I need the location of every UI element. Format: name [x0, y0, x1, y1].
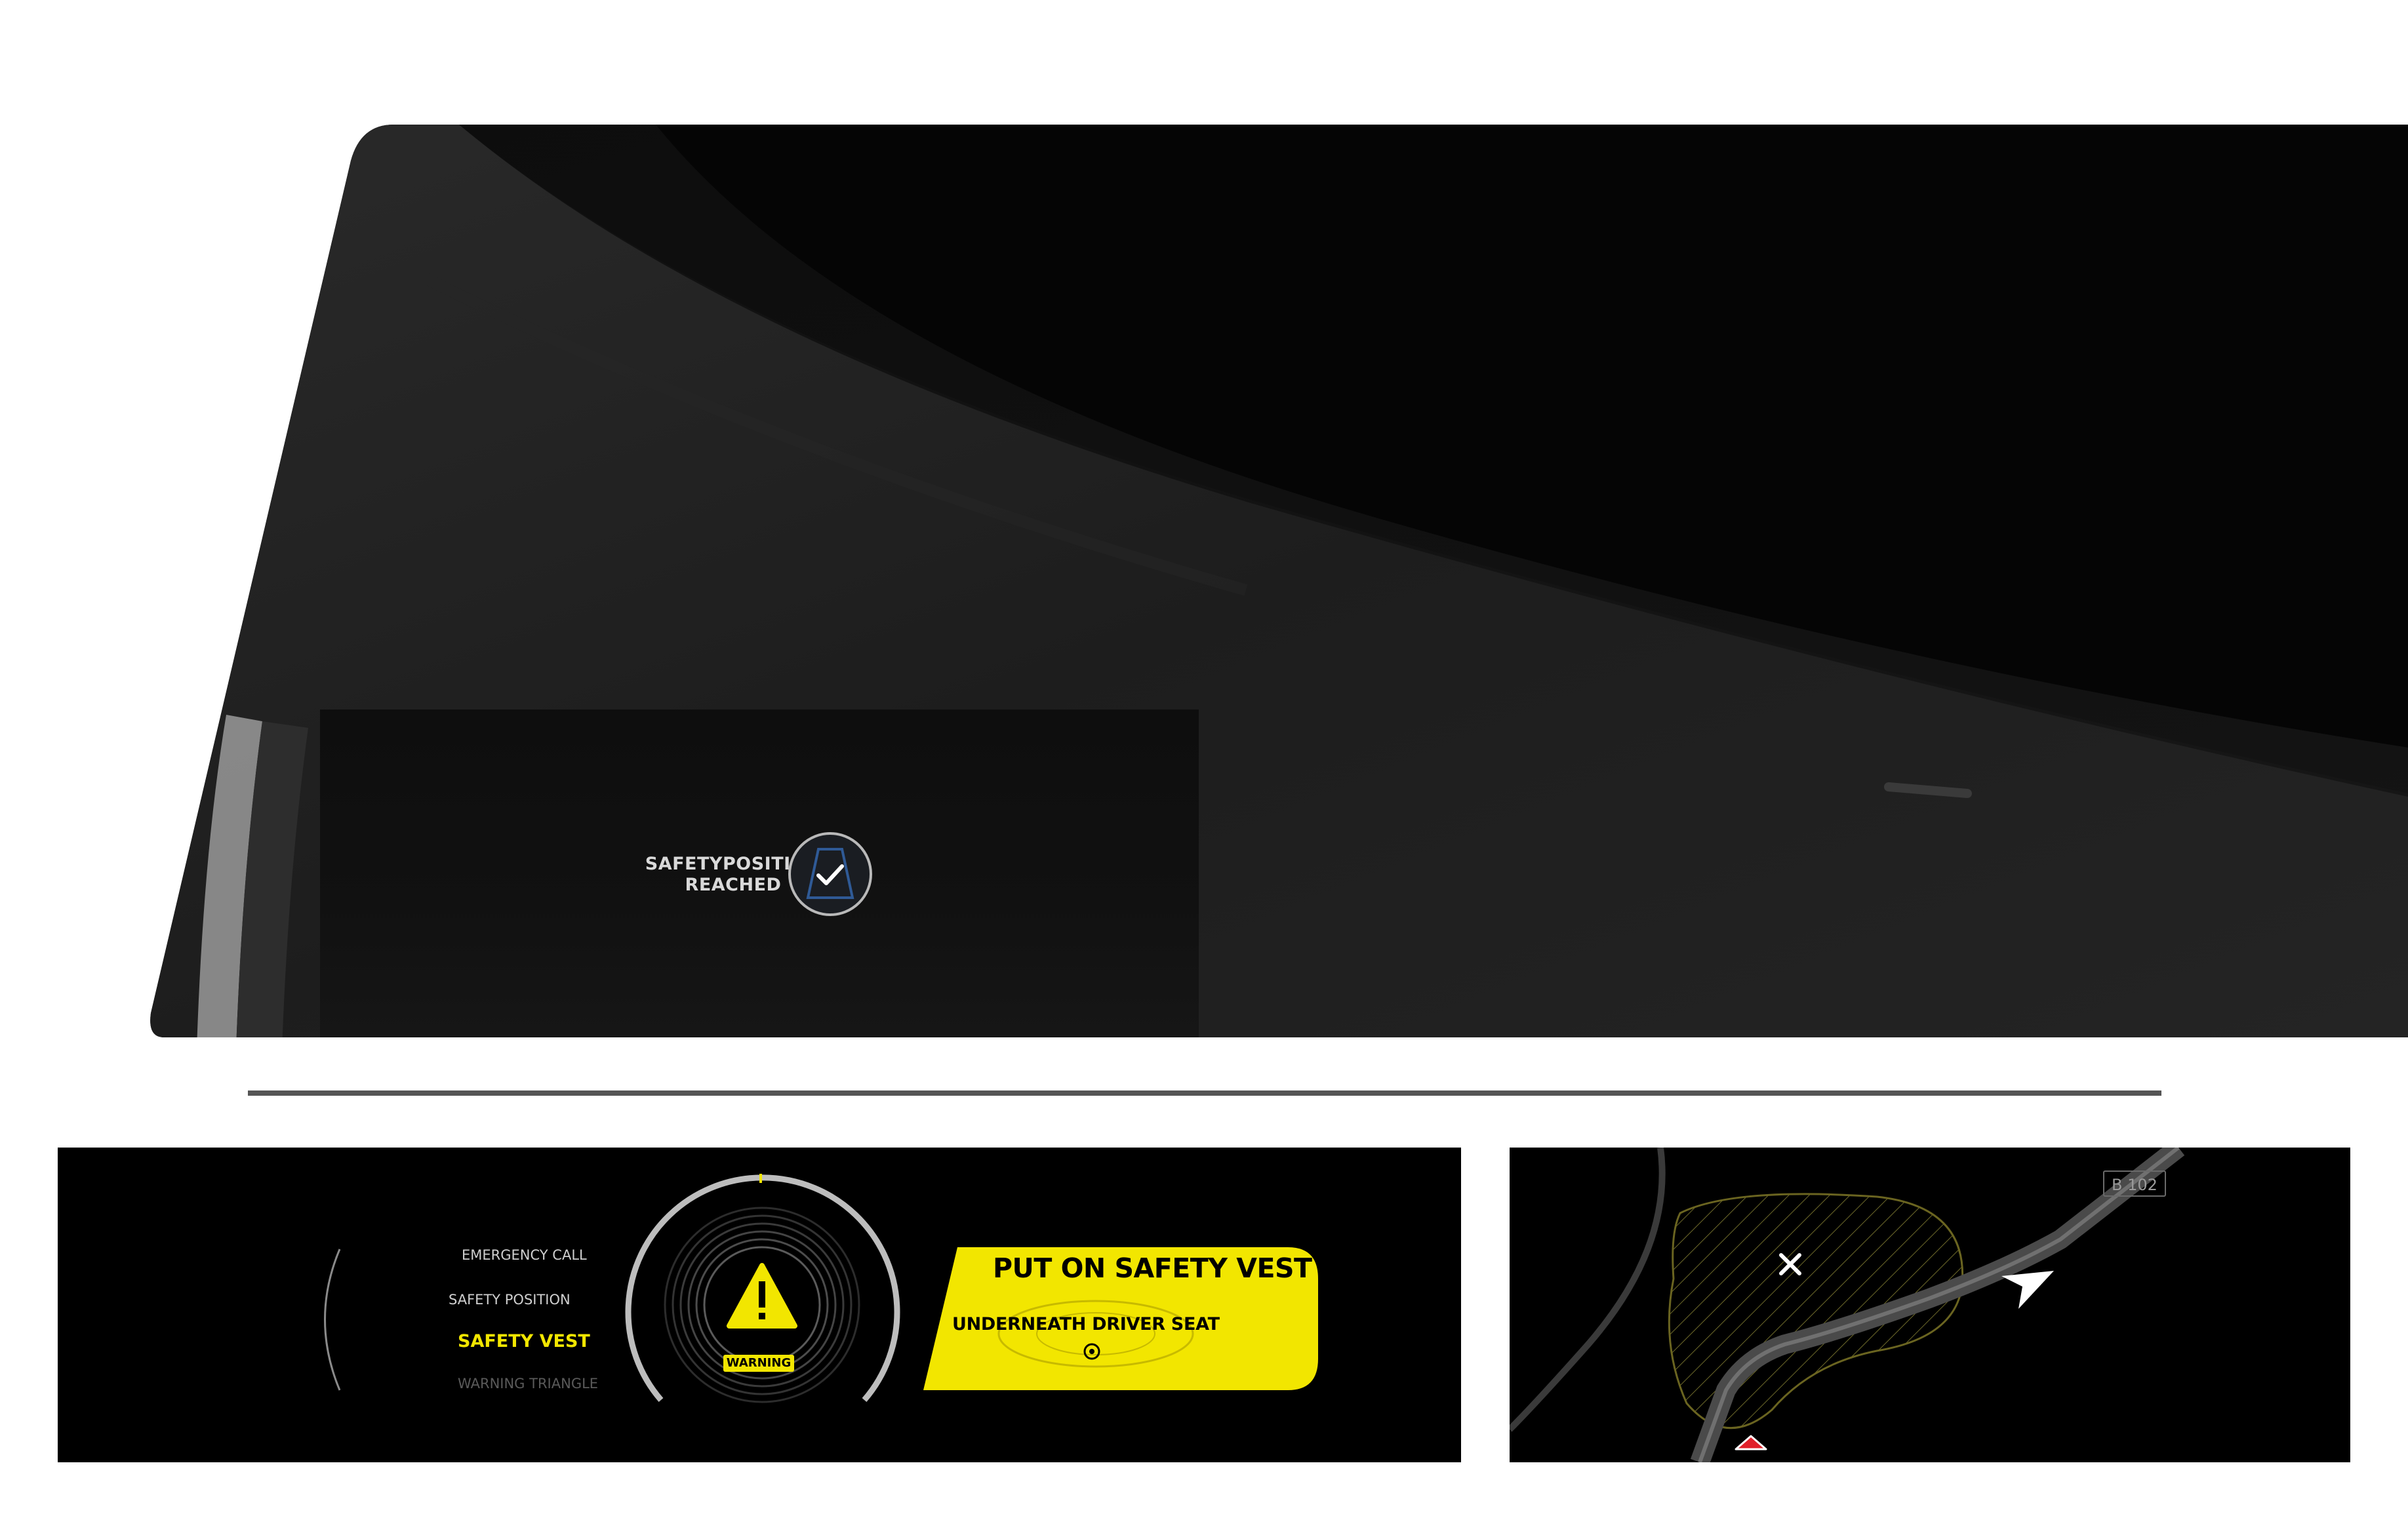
- alert-subtitle: UNDERNEATH DRIVER SEAT: [952, 1314, 1220, 1334]
- navigation-map: B 102: [1510, 1148, 2350, 1462]
- map-canvas: [1510, 1148, 2185, 1462]
- menu-arc: [324, 1249, 341, 1391]
- check-circle-icon: [788, 832, 872, 916]
- section-divider: [248, 1090, 2161, 1096]
- menu-item-safety-position[interactable]: SAFETY POSITION: [449, 1292, 571, 1308]
- road-sign-label: B 102: [2103, 1170, 2166, 1197]
- safety-position-panel: SAFETYPOSITION REACHED: [320, 710, 1199, 1037]
- side-road: [1510, 1148, 1666, 1432]
- menu-item-warning-triangle[interactable]: WARNING TRIANGLE: [458, 1376, 598, 1391]
- hud-display: SAFETYPOSITION REACHED: [0, 0, 2408, 1049]
- hazard-triangle-icon: [1735, 1435, 1767, 1450]
- vehicle-arrow-icon: [2001, 1271, 2054, 1309]
- menu-item-emergency-call[interactable]: EMERGENCY CALL: [462, 1247, 587, 1263]
- menu-item-safety-vest[interactable]: SAFETY VEST: [458, 1331, 590, 1351]
- instrument-cluster: EMERGENCY CALL SAFETY POSITION SAFETY VE…: [58, 1148, 1461, 1462]
- alert-title: PUT ON SAFETY VEST: [993, 1252, 1312, 1284]
- safety-vest-alert: PUT ON SAFETY VEST UNDERNEATH DRIVER SEA…: [922, 1247, 1315, 1390]
- warning-label: WARNING: [723, 1355, 794, 1372]
